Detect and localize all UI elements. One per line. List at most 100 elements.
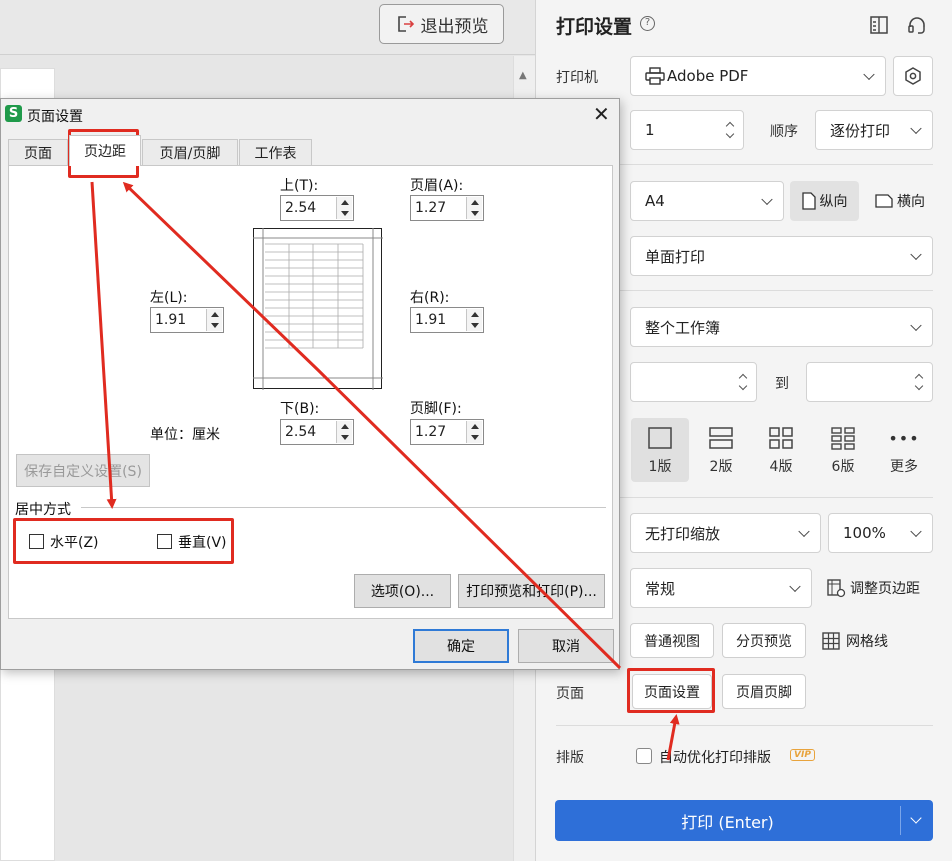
landscape-button[interactable]: 横向 bbox=[866, 181, 934, 221]
tab-header-footer[interactable]: 页眉/页脚 bbox=[142, 139, 238, 165]
margins-value: 常规 bbox=[645, 579, 676, 598]
layout-1-up[interactable]: 1版 bbox=[631, 418, 689, 482]
print-button-group: 打印 (Enter) bbox=[555, 800, 933, 841]
save-custom-button[interactable]: 保存自定义设置(S) bbox=[16, 454, 150, 487]
scaling-value: 无打印缩放 bbox=[645, 524, 721, 543]
chevron-down-icon bbox=[910, 319, 922, 332]
tab-label: 工作表 bbox=[254, 145, 297, 162]
footer-margin-input[interactable]: 1.27 bbox=[410, 419, 484, 445]
exit-preview-button[interactable]: 退出预览 bbox=[379, 4, 504, 44]
auto-optimize-label: 自动优化打印排版 bbox=[659, 750, 771, 766]
duplex-select[interactable]: 单面打印 bbox=[630, 236, 933, 276]
layout-label: 4版 bbox=[769, 459, 793, 475]
tab-label: 页边距 bbox=[84, 144, 126, 160]
layout-6-up[interactable]: 6版 bbox=[814, 418, 872, 482]
scaling-select[interactable]: 无打印缩放 bbox=[630, 513, 821, 553]
order-label: 顺序 bbox=[770, 124, 798, 140]
chevron-down-icon bbox=[761, 193, 773, 206]
paper-size-value: A4 bbox=[645, 192, 665, 210]
gear-icon bbox=[905, 67, 921, 85]
normal-view-button[interactable]: 普通视图 bbox=[630, 623, 714, 658]
group-divider bbox=[81, 507, 606, 508]
print-preview-button[interactable]: 打印预览和打印(P)... bbox=[458, 574, 605, 608]
exit-icon bbox=[397, 16, 414, 32]
normal-view-label: 普通视图 bbox=[644, 633, 700, 650]
to-label: 到 bbox=[775, 376, 789, 392]
order-select[interactable]: 逐份打印 bbox=[815, 110, 933, 150]
header-footer-button[interactable]: 页眉页脚 bbox=[722, 674, 806, 709]
print-options-dropdown[interactable] bbox=[901, 800, 933, 841]
close-icon[interactable]: ✕ bbox=[593, 102, 610, 126]
left-margin-input[interactable]: 1.91 bbox=[150, 307, 224, 333]
layout-label: 6版 bbox=[831, 459, 855, 475]
tab-margins[interactable]: 页边距 bbox=[69, 135, 141, 166]
chevron-down-icon bbox=[863, 68, 875, 81]
auto-optimize-checkbox[interactable] bbox=[636, 748, 652, 764]
tab-sheet[interactable]: 工作表 bbox=[239, 139, 312, 165]
margin-adjust-icon bbox=[827, 579, 846, 598]
page-section-label: 页面 bbox=[556, 686, 584, 702]
grid-icon bbox=[822, 632, 840, 650]
paper-size-select[interactable]: A4 bbox=[630, 181, 784, 221]
page-break-preview-button[interactable]: 分页预览 bbox=[722, 623, 806, 658]
portrait-button[interactable]: 纵向 bbox=[790, 181, 859, 221]
gridlines-toggle[interactable]: 网格线 bbox=[822, 631, 888, 651]
ok-button[interactable]: 确定 bbox=[413, 629, 509, 663]
page-to-stepper[interactable] bbox=[806, 362, 933, 402]
one-page-icon bbox=[648, 427, 672, 449]
cancel-button[interactable]: 取消 bbox=[518, 629, 614, 663]
two-page-icon bbox=[709, 427, 733, 449]
print-button[interactable]: 打印 (Enter) bbox=[555, 800, 900, 841]
chevron-down-icon bbox=[910, 248, 922, 261]
printer-select[interactable]: Adobe PDF bbox=[630, 56, 886, 96]
margins-select[interactable]: 常规 bbox=[630, 568, 812, 608]
help-icon[interactable]: ? bbox=[640, 16, 655, 31]
layout-label: 1版 bbox=[648, 459, 672, 475]
adjust-margins-button[interactable]: 调整页边距 bbox=[826, 578, 920, 598]
print-preview-label: 打印预览和打印(P)... bbox=[466, 584, 597, 600]
page-setup-dialog: S 页面设置 ✕ 页面 页边距 页眉/页脚 工作表 上(T): 2.54 页眉(… bbox=[0, 98, 620, 670]
bottom-margin-label: 下(B): bbox=[280, 401, 320, 417]
top-margin-label: 上(T): bbox=[280, 178, 319, 194]
divider bbox=[556, 725, 933, 726]
landscape-icon bbox=[875, 194, 893, 208]
tab-page[interactable]: 页面 bbox=[8, 139, 68, 165]
options-button[interactable]: 选项(O)... bbox=[354, 574, 451, 608]
page-break-label: 分页预览 bbox=[736, 633, 792, 650]
bottom-margin-input[interactable]: 2.54 bbox=[280, 419, 354, 445]
print-range-value: 整个工作簿 bbox=[645, 318, 721, 337]
layout-2-up[interactable]: 2版 bbox=[692, 418, 750, 482]
header-footer-label: 页眉页脚 bbox=[736, 684, 792, 701]
layout-label: 更多 bbox=[890, 459, 918, 475]
layout-label: 2版 bbox=[709, 459, 733, 475]
top-margin-input[interactable]: 2.54 bbox=[280, 195, 354, 221]
chevron-down-icon[interactable] bbox=[738, 381, 748, 391]
adjust-margins-label: 调整页边距 bbox=[850, 581, 920, 597]
panel-layout-icon[interactable] bbox=[868, 14, 890, 36]
copies-value: 1 bbox=[645, 121, 655, 139]
tab-label: 页眉/页脚 bbox=[159, 145, 221, 162]
layout-4-up[interactable]: 4版 bbox=[752, 418, 810, 482]
chevron-down-icon[interactable] bbox=[725, 129, 735, 139]
right-margin-input[interactable]: 1.91 bbox=[410, 307, 484, 333]
chevron-down-icon[interactable] bbox=[914, 381, 924, 391]
header-margin-value: 1.27 bbox=[415, 200, 447, 216]
ok-label: 确定 bbox=[447, 639, 475, 655]
highlight-center-options bbox=[13, 518, 234, 564]
copies-stepper[interactable]: 1 bbox=[630, 110, 744, 150]
landscape-label: 横向 bbox=[897, 194, 925, 210]
chevron-down-icon bbox=[910, 122, 922, 135]
panel-title: 打印设置 bbox=[556, 16, 633, 38]
header-margin-input[interactable]: 1.27 bbox=[410, 195, 484, 221]
printer-properties-button[interactable] bbox=[893, 56, 933, 96]
headset-icon[interactable] bbox=[906, 14, 928, 36]
layout-more[interactable]: ••• 更多 bbox=[875, 418, 933, 482]
printer-label: 打印机 bbox=[556, 70, 598, 86]
scroll-up-icon[interactable]: ▲ bbox=[519, 70, 527, 81]
printer-icon bbox=[645, 67, 665, 85]
zoom-select[interactable]: 100% bbox=[828, 513, 933, 553]
app-icon: S bbox=[5, 105, 22, 122]
page-from-stepper[interactable] bbox=[630, 362, 757, 402]
print-range-select[interactable]: 整个工作簿 bbox=[630, 307, 933, 347]
bottom-margin-value: 2.54 bbox=[285, 424, 317, 440]
